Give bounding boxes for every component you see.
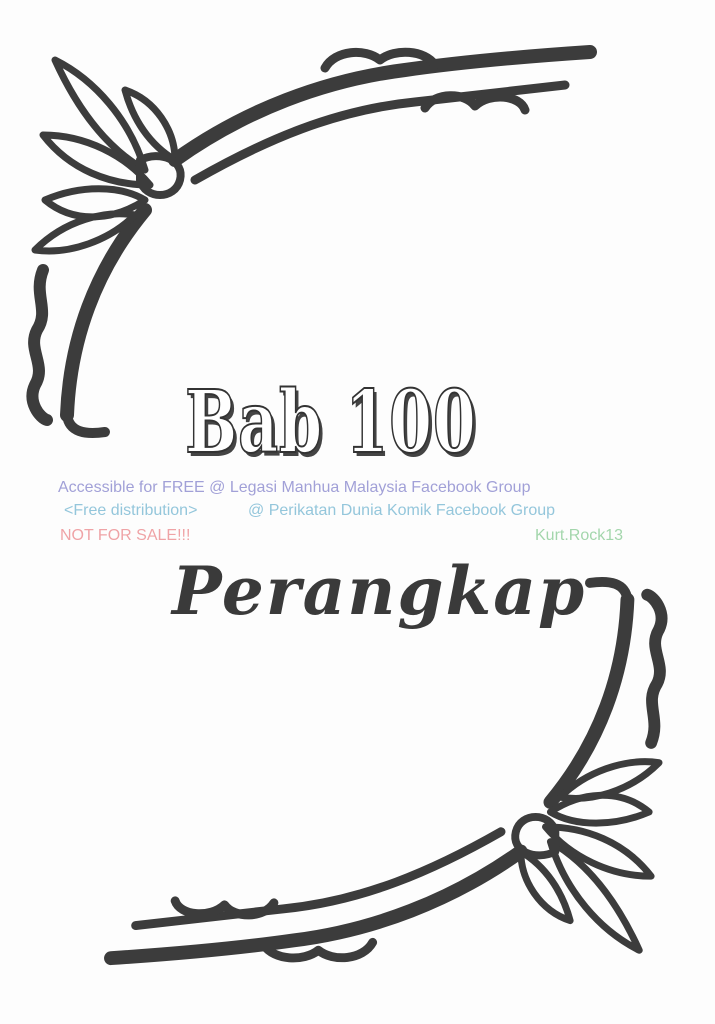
bottom-right-corner-ornament [104, 576, 668, 966]
watermark-line-1: Accessible for FREE @ Legasi Manhua Mala… [58, 479, 531, 496]
chapter-cover-page: Bab 100 Accessible for FREE @ Legasi Man… [0, 0, 715, 1024]
watermark-line-3-left: NOT FOR SALE!!! [60, 527, 191, 544]
chapter-heading: Bab 100 [184, 371, 477, 474]
watermark-line-3-right: Kurt.Rock13 [535, 527, 624, 544]
watermark-line-2-right: @ Perikatan Dunia Komik Facebook Group [248, 502, 556, 519]
chapter-title: Perangkap [172, 552, 587, 630]
watermark-line-2-left: <Free distribution> [64, 502, 198, 519]
